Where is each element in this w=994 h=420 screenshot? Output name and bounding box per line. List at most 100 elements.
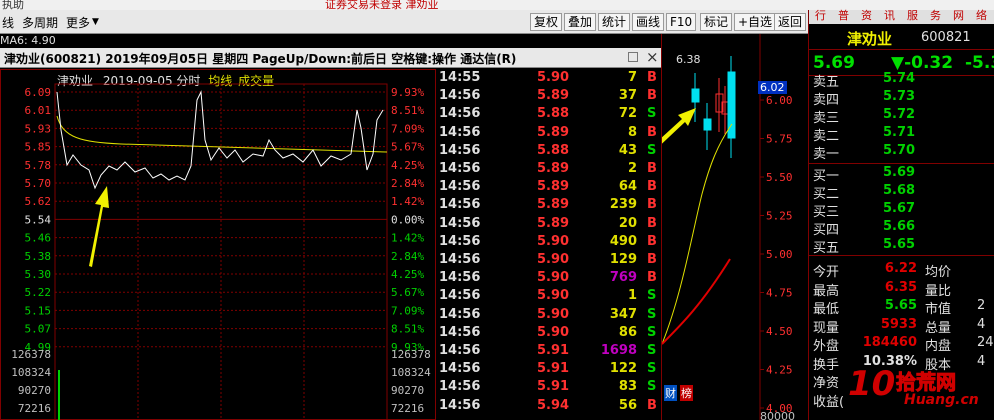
pct-tick-right: 0.00% — [391, 213, 424, 226]
quote-tab[interactable]: 服 — [907, 7, 918, 23]
close-icon[interactable]: × — [646, 48, 659, 66]
quote-tab[interactable]: 网 — [953, 7, 964, 23]
tick-time: 14:56 — [439, 88, 481, 104]
kline-price-tick: 6.00 — [766, 94, 793, 107]
quote-tabs: 行普资讯服务网络 — [809, 7, 994, 24]
draw-line-button[interactable]: 画线 — [632, 13, 665, 31]
bid-price: 5.65 — [883, 237, 916, 252]
price-tick-left: 5.93 — [25, 122, 52, 135]
tick-side: S — [647, 142, 657, 158]
tick-side: S — [647, 361, 657, 377]
price-tick-left: 5.07 — [25, 323, 52, 336]
stat-label-2: 总量 — [925, 320, 952, 336]
pct-tick-right: 9.93% — [391, 86, 424, 99]
tick-price: 5.91 — [537, 379, 570, 395]
ask-label: 卖一 — [813, 147, 840, 162]
tool-line[interactable]: 线 — [2, 14, 14, 31]
watermark-url: Huang.cn — [904, 392, 979, 408]
stat-label: 最高 — [813, 283, 840, 299]
maximize-icon[interactable] — [628, 52, 638, 62]
back-button[interactable]: 返回 — [774, 13, 807, 31]
add-watchlist-button[interactable]: +自选 — [734, 13, 777, 31]
bid-row: 买一 5.69 — [809, 164, 994, 184]
quote-tab[interactable]: 络 — [976, 7, 987, 23]
rank-badge[interactable]: 榜 — [680, 385, 693, 401]
stat-label: 最低 — [813, 302, 840, 317]
tool-more[interactable]: 更多 — [66, 14, 90, 31]
tick-row: 14:56 5.91 122 S — [437, 361, 661, 379]
tick-row: 14:56 5.88 43 S — [437, 143, 661, 161]
tick-row: 14:56 5.89 2 B — [437, 161, 661, 179]
kline-high-label: 6.38 — [676, 53, 701, 66]
tick-side: S — [647, 288, 657, 304]
quote-tab[interactable]: 行 — [815, 7, 826, 23]
overlay-button[interactable]: 叠加 — [564, 13, 597, 31]
price-tick-left: 5.15 — [25, 304, 52, 317]
price-tick-left: 5.62 — [25, 195, 52, 208]
quote-tab[interactable]: 普 — [838, 7, 849, 23]
stat-label: 现量 — [813, 320, 840, 336]
intraday-window-header: 津劝业(600821) 2019年09月05日 星期四 PageUp/Down:… — [0, 48, 664, 68]
tick-volume: 129 — [609, 252, 637, 267]
stat-label: 换手 — [813, 357, 840, 373]
mark-button[interactable]: 标记 — [700, 13, 733, 31]
stat-row: 最低 5.65 市值 2 — [809, 297, 994, 317]
pct-tick-right: 2.84% — [391, 250, 424, 263]
intraday-plot: 6.09 9.93% 6.01 8.51% 5.93 7.09% 5.85 5.67% 5.78… — [11, 83, 431, 420]
bid-price: 5.66 — [883, 219, 916, 234]
stats-button[interactable]: 统计 — [598, 13, 631, 31]
kline-price-tick: 4.25 — [766, 364, 793, 377]
kline-price-tick: 4.50 — [766, 325, 793, 338]
stat-value: 5.65 — [884, 298, 917, 313]
stat-value-2: 24 — [977, 335, 994, 350]
tool-multi-period[interactable]: 多周期 — [22, 14, 58, 31]
watermark-name: 拾荒网 — [896, 370, 957, 395]
ask-price: 5.70 — [883, 143, 916, 158]
quote-panel: 行普资讯服务网络 津劝业 600821 5.69 ▼-0.32 -5.3 卖五5… — [808, 7, 994, 420]
kline-chart[interactable]: 6.00 5.75 5.50 5.25 5.00 4.75 4.50 4.25 4.00 6.3… — [661, 34, 808, 420]
quote-tab[interactable]: 讯 — [884, 7, 895, 23]
kline-ma-red — [662, 258, 731, 345]
tick-row: 14:56 5.89 239 B — [437, 197, 661, 215]
quote-tab[interactable]: 资 — [861, 7, 872, 23]
bid-book: 买一 5.69 买二 5.68 买三 5.67 买四 5.66 买五 5.65 — [809, 163, 994, 256]
ask-price: 5.72 — [883, 107, 916, 122]
f10-button[interactable]: F10 — [666, 13, 697, 31]
stat-value: 6.22 — [884, 261, 917, 276]
intraday-chart[interactable]: 津劝业 2019-09-05 分时 均线 成交量 6.09 9.93% 6.01 8.… — [0, 69, 436, 420]
pct-tick-right: 7.09% — [391, 122, 424, 135]
stat-label: 收益( — [813, 394, 845, 410]
tick-volume: 72 — [618, 106, 637, 122]
tick-price: 5.90 — [537, 233, 570, 249]
quote-title: 津劝业 600821 — [809, 24, 994, 50]
volume-tick-left: 108324 — [11, 366, 51, 379]
volume-tick-left: 90270 — [18, 384, 51, 397]
quote-tab[interactable]: 务 — [930, 7, 941, 23]
stat-value: 6.35 — [884, 279, 917, 295]
more-chevron-icon[interactable]: ▼ — [92, 17, 99, 27]
tick-time: 14:56 — [439, 215, 481, 231]
tick-row: 14:56 5.90 86 S — [437, 325, 661, 343]
tick-price: 5.88 — [537, 142, 570, 158]
tick-price: 5.89 — [537, 179, 570, 195]
quote-stats: 今开 6.22 均价 最高 6.35 量比 最低 5.65 市值 2 现量 5933 总量 4 外盘 1844… — [809, 255, 994, 410]
tick-table[interactable]: 14:55 5.90 7 B 14:56 5.89 37 B 14:56 5.88 72 S 14:56… — [437, 69, 661, 420]
finance-badge[interactable]: 财 — [664, 385, 677, 401]
price-tick-left: 5.38 — [25, 250, 52, 263]
tick-row: 14:56 5.90 769 B — [437, 270, 661, 288]
price-tick-left: 5.78 — [25, 159, 52, 172]
tick-row: 14:56 5.89 64 B — [437, 179, 661, 197]
fuquan-button[interactable]: 复权 — [530, 13, 563, 31]
tick-side: S — [647, 324, 657, 340]
volume-tick-left: 126378 — [11, 348, 51, 361]
stat-value-2: 2 — [977, 298, 986, 313]
tick-row: 14:55 5.90 7 B — [437, 70, 661, 88]
bid-row: 买三 5.67 — [809, 200, 994, 220]
tick-volume: 8 — [627, 124, 637, 140]
watermark-number: 10 — [848, 364, 896, 404]
pct-tick-right: 4.25% — [391, 268, 424, 281]
ask-row: 卖四 5.73 — [809, 88, 994, 108]
tick-price: 5.89 — [537, 88, 570, 104]
stat-value: 184460 — [862, 335, 917, 350]
bid-price: 5.68 — [883, 183, 916, 198]
